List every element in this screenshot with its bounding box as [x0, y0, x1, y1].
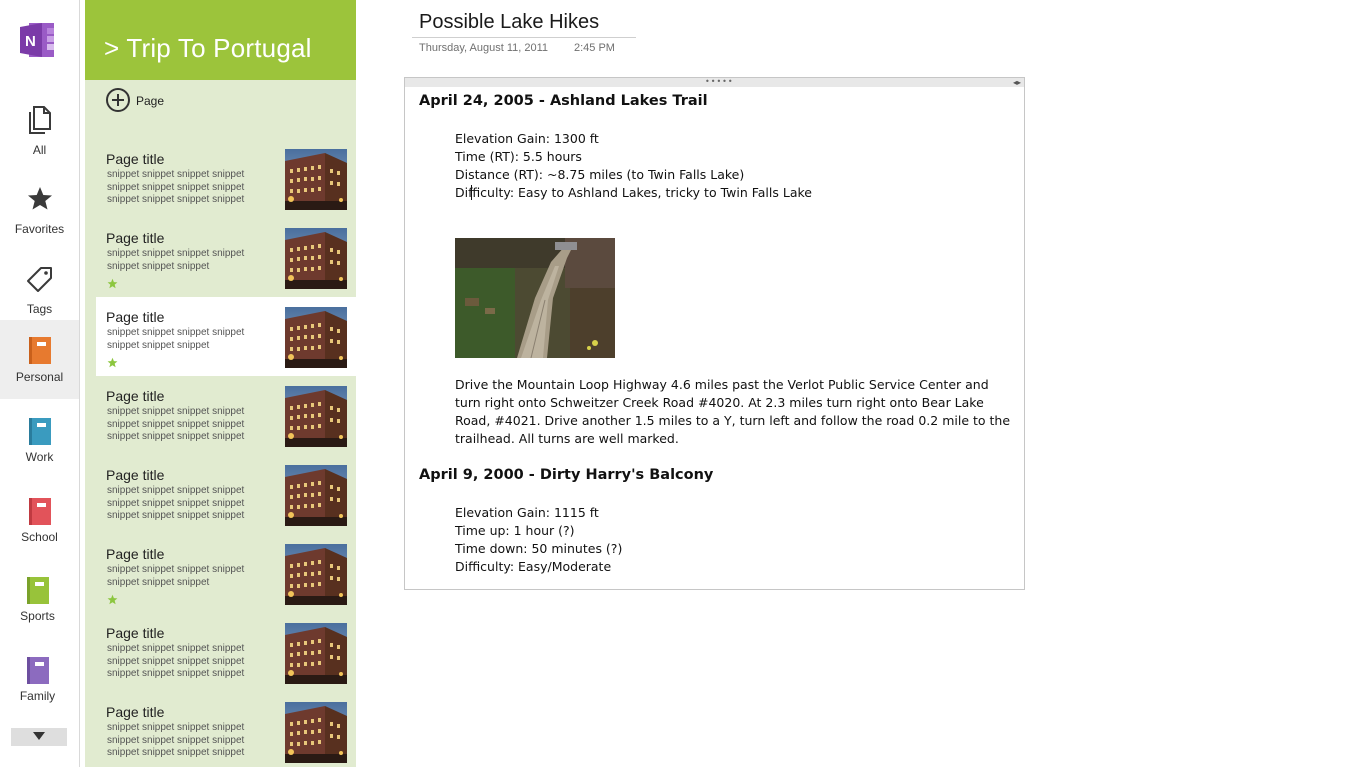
page-title[interactable]: Possible Lake Hikes: [419, 11, 599, 34]
nav-label: Work: [25, 450, 54, 464]
logo-letter: N: [25, 33, 36, 50]
page-item-snippet: snippet snippet snippet snippet snippet …: [107, 248, 245, 272]
nav-notebook-family[interactable]: Family: [0, 648, 79, 728]
hike-detail[interactable]: Time down: 50 minutes (?): [455, 540, 622, 558]
nav-notebook-school[interactable]: School: [0, 489, 79, 569]
pages-icon: [26, 105, 54, 135]
page-list-item[interactable]: Page title snippet snippet snippet snipp…: [96, 139, 356, 218]
nav-notebook-personal[interactable]: Personal: [0, 320, 79, 399]
nav-notebook-sports[interactable]: Sports: [0, 568, 79, 648]
hike-detail[interactable]: Distance (RT): ~8.75 miles (to Twin Fall…: [455, 166, 744, 184]
page-item-snippet: snippet snippet snippet snippet snippet …: [107, 327, 245, 351]
notebook-rail: N All Favorites Tags Personal Work Schoo…: [0, 0, 80, 767]
page-thumbnail: [285, 307, 347, 368]
tag-icon: [26, 264, 54, 294]
page-list-item[interactable]: Page title snippet snippet snippet snipp…: [96, 613, 356, 692]
section-title[interactable]: > Trip To Portugal: [104, 33, 312, 64]
nav-notebook-work[interactable]: Work: [0, 409, 79, 489]
chevron-down-icon: [33, 732, 45, 740]
page-list-item[interactable]: Page title snippet snippet snippet snipp…: [96, 297, 356, 376]
nav-label: Sports: [20, 609, 55, 623]
page-item-title: Page title: [106, 625, 165, 641]
page-item-title: Page title: [106, 467, 165, 483]
page-list-item[interactable]: Page title snippet snippet snippet snipp…: [96, 376, 356, 455]
page-item-snippet: snippet snippet snippet snippet snippet …: [107, 169, 245, 206]
notebook-icon: [24, 576, 52, 606]
hike-heading[interactable]: April 24, 2005 - Ashland Lakes Trail: [419, 93, 708, 109]
page-thumbnail: [285, 228, 347, 289]
nav-tags[interactable]: Tags: [0, 250, 79, 330]
nav-label: School: [21, 530, 58, 544]
page-date: Thursday, August 11, 2011: [419, 42, 549, 54]
hike-heading[interactable]: April 9, 2000 - Dirty Harry's Balcony: [419, 467, 713, 483]
page-list-item[interactable]: Page title snippet snippet snippet snipp…: [96, 692, 356, 767]
page-item-snippet: snippet snippet snippet snippet snippet …: [107, 406, 245, 443]
notebook-icon: [26, 497, 54, 527]
resize-handle-icon[interactable]: ◂▸: [1013, 78, 1021, 87]
more-notebooks-button[interactable]: [11, 728, 67, 746]
page-item-snippet: snippet snippet snippet snippet snippet …: [107, 485, 245, 522]
section-pane: > Trip To Portugal Page Page title snipp…: [85, 0, 356, 767]
notebook-icon: [24, 656, 52, 686]
favorite-star-icon: [107, 590, 118, 605]
favorite-star-icon: [107, 274, 118, 289]
add-page-label: Page: [136, 94, 165, 108]
section-header: > Trip To Portugal: [85, 0, 356, 80]
page-list-item[interactable]: Page title snippet snippet snippet snipp…: [96, 218, 356, 297]
page-thumbnail: [285, 544, 347, 605]
text-cursor: [471, 185, 472, 200]
page-item-title: Page title: [106, 704, 165, 720]
page-item-title: Page title: [106, 388, 165, 404]
page-item-snippet: snippet snippet snippet snippet snippet …: [107, 643, 245, 680]
hike-detail[interactable]: Difficulty: Easy/Moderate: [455, 558, 611, 576]
drag-handle-icon[interactable]: •••••: [705, 78, 734, 86]
nav-all[interactable]: All: [0, 91, 79, 171]
nav-favorites[interactable]: Favorites: [0, 170, 79, 250]
hike-detail[interactable]: Elevation Gain: 1115 ft: [455, 504, 599, 522]
notebook-icon: [26, 336, 54, 366]
trail-boardwalk-photo[interactable]: [455, 238, 615, 358]
page-item-title: Page title: [106, 151, 165, 167]
nav-label: Favorites: [14, 222, 65, 236]
hike-detail[interactable]: Time (RT): 5.5 hours: [455, 148, 582, 166]
page-item-title: Page title: [106, 230, 165, 246]
hike-directions[interactable]: Drive the Mountain Loop Highway 4.6 mile…: [455, 376, 1015, 448]
hike-detail[interactable]: Elevation Gain: 1300 ft: [455, 130, 599, 148]
notebook-icon: [26, 417, 54, 447]
page-thumbnail: [285, 623, 347, 684]
page-thumbnail: [285, 386, 347, 447]
page-item-title: Page title: [106, 546, 165, 562]
nav-label: Personal: [15, 370, 64, 384]
page-item-snippet: snippet snippet snippet snippet snippet …: [107, 722, 245, 759]
page-list-item[interactable]: Page title snippet snippet snippet snipp…: [96, 455, 356, 534]
nav-label: Family: [19, 689, 56, 703]
page-list-item[interactable]: Page title snippet snippet snippet snipp…: [96, 534, 356, 613]
page-time: 2:45 PM: [574, 42, 615, 54]
star-icon: [26, 184, 54, 214]
page-thumbnail: [285, 149, 347, 210]
nav-label: Tags: [26, 302, 53, 316]
note-container-grip[interactable]: ••••• ◂▸: [405, 78, 1024, 87]
page-item-snippet: snippet snippet snippet snippet snippet …: [107, 564, 245, 588]
title-underline: [412, 37, 636, 38]
favorite-star-icon: [107, 353, 118, 368]
page-thumbnail: [285, 702, 347, 763]
onenote-logo-icon: N: [20, 22, 58, 58]
hike-detail[interactable]: Difficulty: Easy to Ashland Lakes, trick…: [455, 184, 812, 202]
page-thumbnail: [285, 465, 347, 526]
hike-detail[interactable]: Time up: 1 hour (?): [455, 522, 575, 540]
nav-label: All: [32, 143, 47, 157]
page-item-title: Page title: [106, 309, 165, 325]
